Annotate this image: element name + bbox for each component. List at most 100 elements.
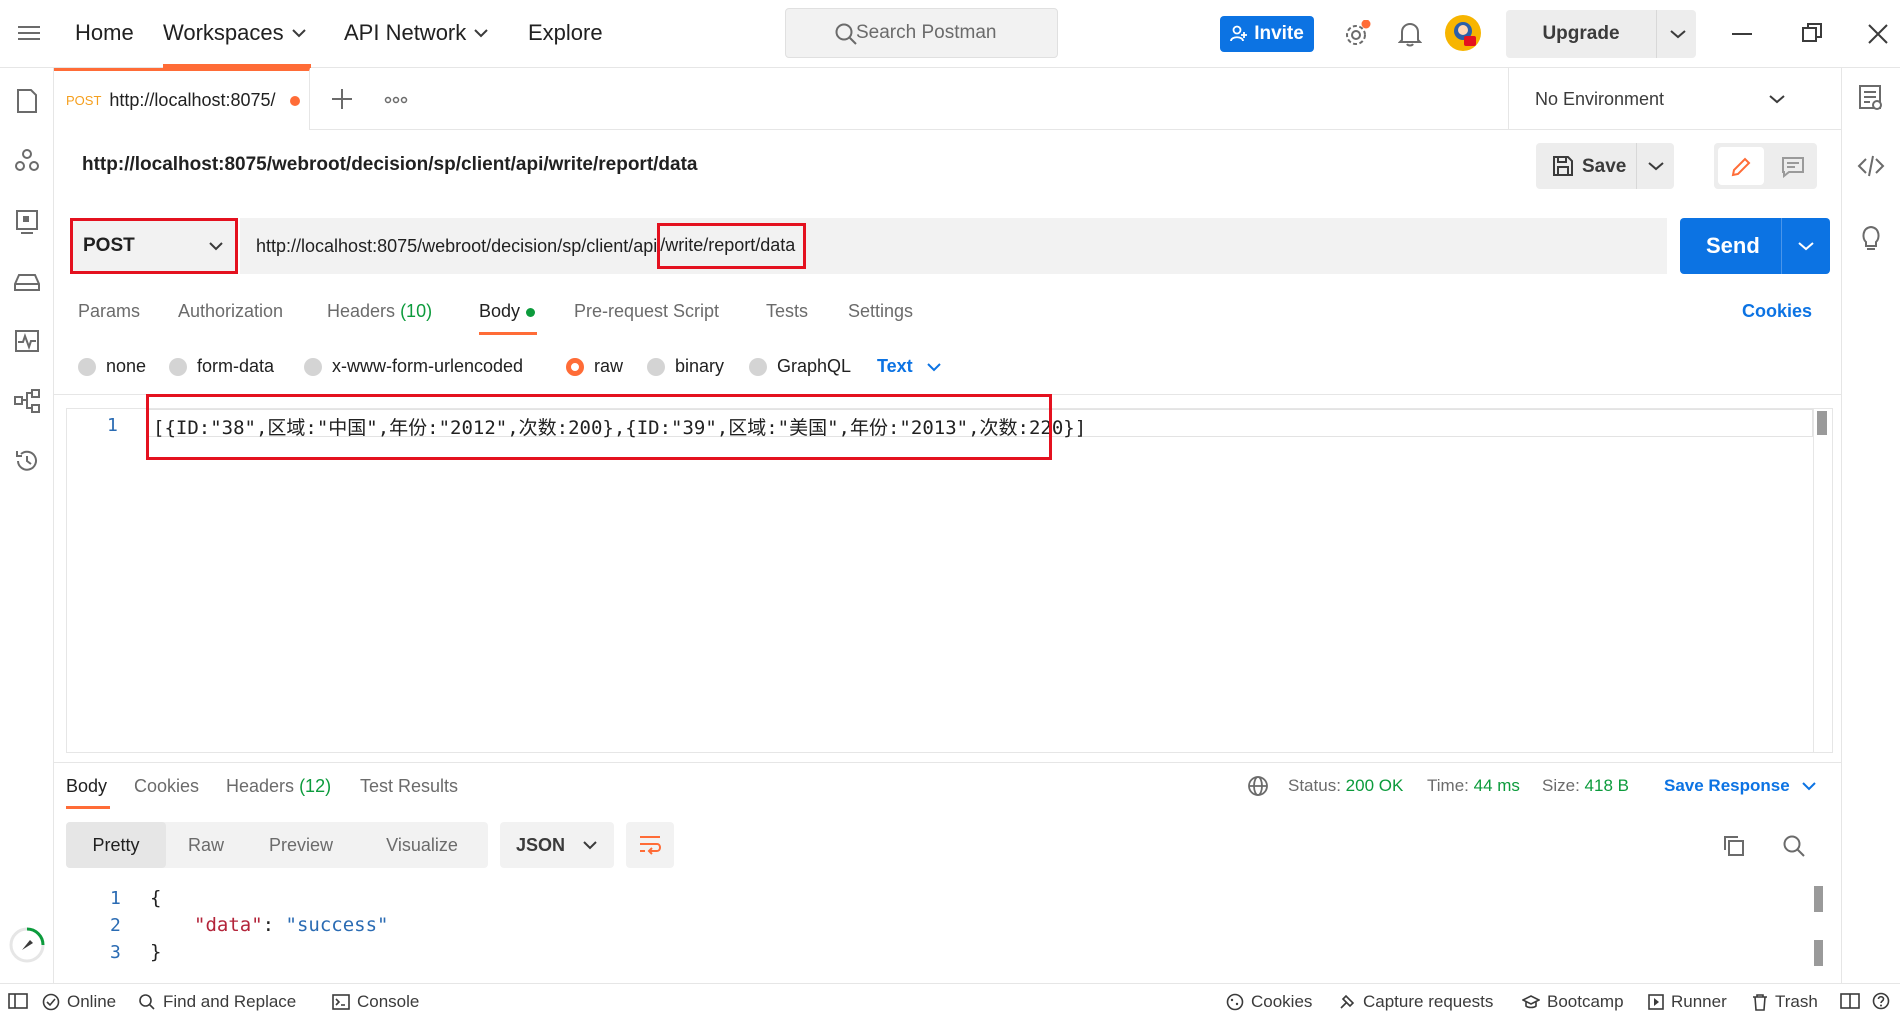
request-title[interactable]: http://localhost:8075/webroot/decision/s…	[82, 154, 698, 176]
tab-settings[interactable]: Settings	[848, 301, 913, 322]
search-input[interactable]: Search Postman	[785, 8, 1058, 58]
environment-quick-look-icon[interactable]	[1858, 84, 1884, 112]
save-button[interactable]: Save	[1536, 143, 1674, 189]
request-tab[interactable]: POST http://localhost:8075/	[54, 68, 310, 130]
runner-button[interactable]: Runner	[1648, 992, 1727, 1012]
response-scrollbar-thumb[interactable]	[1814, 940, 1823, 966]
rocket-status-icon[interactable]	[8, 926, 46, 964]
tab-tests[interactable]: Tests	[766, 301, 808, 322]
tab-title: http://localhost:8075/	[109, 90, 276, 110]
code-snippet-icon[interactable]	[1857, 152, 1885, 180]
search-icon	[139, 994, 155, 1010]
method-select[interactable]: POST	[70, 218, 238, 274]
cookies-link[interactable]: Cookies	[1742, 301, 1812, 322]
view-visualize[interactable]: Visualize	[356, 822, 488, 868]
user-avatar[interactable]	[1444, 14, 1482, 52]
nav-workspaces[interactable]: Workspaces	[163, 20, 306, 46]
hamburger-menu-icon[interactable]	[18, 24, 40, 42]
notifications-bell-icon[interactable]	[1398, 21, 1422, 47]
editor-gutter-divider	[1813, 409, 1814, 752]
tab-body[interactable]: Body	[479, 301, 536, 322]
body-format-select[interactable]: Text	[877, 356, 941, 377]
invite-button[interactable]: Invite	[1220, 16, 1314, 52]
status-bar: Online Find and Replace Console Cookies …	[0, 983, 1900, 1016]
top-bar: Home Workspaces API Network Explore Sear…	[0, 0, 1900, 68]
chevron-down-icon	[1798, 242, 1814, 251]
minimize-window-icon[interactable]	[1732, 32, 1752, 36]
send-button[interactable]: Send	[1680, 218, 1830, 274]
close-window-icon[interactable]	[1868, 24, 1888, 44]
response-tab-body[interactable]: Body	[66, 776, 107, 797]
console-button[interactable]: Console	[332, 992, 419, 1012]
environments-icon[interactable]	[12, 266, 42, 296]
line-number: 1	[107, 415, 118, 436]
mock-servers-icon[interactable]	[12, 206, 42, 236]
tab-authorization[interactable]: Authorization	[178, 301, 283, 322]
trash-button[interactable]: Trash	[1752, 992, 1818, 1012]
url-input[interactable]: http://localhost:8075/webroot/decision/s…	[240, 218, 1667, 274]
environment-selector[interactable]: No Environment	[1508, 68, 1841, 130]
radio-form-data[interactable]: form-data	[169, 356, 274, 377]
settings-gear-icon[interactable]	[1343, 20, 1371, 48]
response-scrollbar[interactable]	[1814, 886, 1823, 912]
pencil-icon	[1731, 157, 1751, 177]
nav-home[interactable]: Home	[75, 20, 134, 46]
view-raw[interactable]: Raw	[166, 822, 246, 868]
toggle-sidebar-icon[interactable]	[8, 993, 28, 1009]
response-status: Status: 200 OK	[1288, 776, 1404, 795]
lightbulb-icon[interactable]	[1858, 222, 1884, 252]
editor-scrollbar[interactable]	[1817, 411, 1827, 435]
tab-headers[interactable]: Headers (10)	[327, 301, 432, 322]
comments-button[interactable]	[1770, 147, 1814, 185]
statusbar-cookies-button[interactable]: Cookies	[1226, 992, 1312, 1012]
globe-icon[interactable]	[1247, 775, 1269, 797]
response-divider[interactable]	[54, 762, 1841, 763]
tab-pre-request-script[interactable]: Pre-request Script	[574, 301, 719, 322]
help-icon[interactable]	[1872, 992, 1890, 1010]
restore-window-icon[interactable]	[1802, 23, 1822, 43]
new-tab-plus-icon[interactable]	[331, 88, 353, 110]
response-tab-test-results[interactable]: Test Results	[360, 776, 458, 797]
view-pretty[interactable]: Pretty	[66, 822, 166, 868]
two-pane-view-icon[interactable]	[1840, 993, 1860, 1009]
edit-mode-button[interactable]	[1718, 147, 1764, 185]
online-status[interactable]: Online	[42, 992, 116, 1012]
nav-explore[interactable]: Explore	[528, 20, 603, 46]
find-replace-button[interactable]: Find and Replace	[138, 992, 296, 1012]
wrap-lines-button[interactable]	[626, 822, 674, 868]
bootcamp-button[interactable]: Bootcamp	[1522, 992, 1624, 1012]
response-format-select[interactable]: JSON	[500, 822, 614, 868]
radio-binary[interactable]: binary	[647, 356, 724, 377]
more-tabs-ellipsis-icon[interactable]	[384, 96, 408, 104]
response-tab-headers[interactable]: Headers (12)	[226, 776, 331, 797]
search-response-icon[interactable]	[1782, 834, 1806, 858]
add-user-icon	[1230, 25, 1248, 42]
trash-icon	[1753, 994, 1767, 1011]
response-open-brace: {	[150, 887, 162, 909]
response-view-segmented: Pretty Raw Preview Visualize	[66, 822, 488, 868]
body-set-dot-icon	[526, 307, 536, 317]
radio-raw[interactable]: raw	[566, 356, 623, 377]
history-icon[interactable]	[12, 446, 42, 476]
active-response-tab-indicator	[66, 806, 110, 809]
nav-api-network[interactable]: API Network	[344, 20, 488, 46]
capture-requests-button[interactable]: Capture requests	[1338, 992, 1493, 1012]
upgrade-button[interactable]: Upgrade	[1506, 10, 1696, 58]
monitors-icon[interactable]	[12, 326, 42, 356]
view-preview[interactable]: Preview	[246, 822, 356, 868]
radio-graphql[interactable]: GraphQL	[749, 356, 851, 377]
response-json-line: "data": "success"	[194, 914, 389, 936]
copy-icon[interactable]	[1722, 834, 1746, 858]
response-tab-cookies[interactable]: Cookies	[134, 776, 199, 797]
tab-params[interactable]: Params	[78, 301, 140, 322]
apis-icon[interactable]	[12, 146, 42, 176]
radio-urlencoded[interactable]: x-www-form-urlencoded	[304, 356, 523, 377]
wrap-lines-icon	[640, 836, 661, 855]
save-response-button[interactable]: Save Response	[1664, 776, 1816, 796]
save-disk-icon	[1553, 156, 1573, 176]
radio-none[interactable]: none	[78, 356, 146, 377]
tab-method: POST	[66, 93, 102, 108]
active-tab-indicator	[479, 332, 537, 335]
collections-icon[interactable]	[12, 86, 42, 116]
flows-icon[interactable]	[12, 386, 42, 416]
